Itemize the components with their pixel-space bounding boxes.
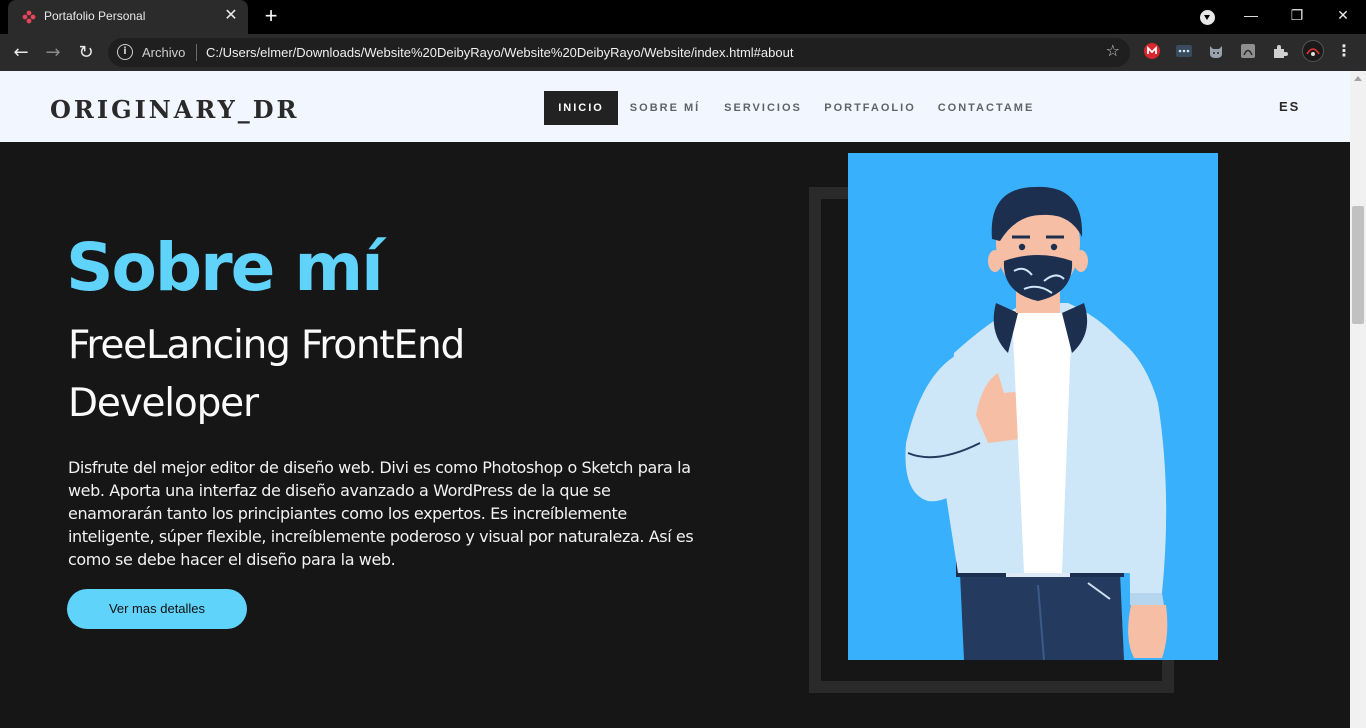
- back-icon[interactable]: ←: [8, 40, 34, 66]
- info-icon[interactable]: i: [117, 44, 133, 60]
- section-description: Disfrute del mejor editor de diseño web.…: [68, 458, 694, 569]
- nav-item-portfaolio[interactable]: PORTFAOLIO: [822, 91, 918, 125]
- address-url[interactable]: C:/Users/elmer/Downloads/Website%20Deiby…: [206, 45, 793, 60]
- more-details-button[interactable]: Ver mas detalles: [67, 589, 247, 629]
- extensions-puzzle-icon[interactable]: [1271, 42, 1289, 60]
- reload-icon[interactable]: ↻: [73, 40, 99, 66]
- tab-title: Portafolio Personal: [44, 9, 146, 23]
- address-separator: [196, 44, 197, 61]
- forward-icon[interactable]: →: [40, 40, 66, 66]
- address-bar[interactable]: i Archivo C:/Users/elmer/Downloads/Websi…: [108, 38, 1130, 67]
- scroll-up-arrow-icon[interactable]: [1354, 76, 1362, 81]
- nav-item-contactame[interactable]: CONTACTAME: [934, 91, 1038, 125]
- new-tab-button[interactable]: +: [259, 5, 283, 29]
- site-logo[interactable]: ORIGINARY_DR: [50, 95, 299, 124]
- section-title: Sobre mí: [66, 229, 384, 306]
- favicon-icon: [22, 10, 36, 24]
- page-viewport: ORIGINARY_DR INICIO SOBRE MÍ SERVICIOS P…: [0, 71, 1350, 728]
- section-subtitle: FreeLancing FrontEnd Developer: [68, 323, 465, 426]
- mega-extension-icon[interactable]: [1143, 42, 1161, 60]
- address-scheme: Archivo: [142, 45, 186, 60]
- profile-avatar-icon[interactable]: [1302, 40, 1324, 62]
- pdf-extension-icon[interactable]: [1239, 42, 1257, 60]
- browser-menu-icon[interactable]: ⋮: [1336, 40, 1352, 64]
- browser-tab[interactable]: Portafolio Personal ✕: [8, 0, 248, 34]
- bookmark-star-icon[interactable]: ☆: [1106, 41, 1120, 60]
- tab-search-icon[interactable]: [1200, 10, 1215, 25]
- cat-extension-icon[interactable]: [1207, 42, 1225, 60]
- dots-extension-icon[interactable]: [1175, 42, 1193, 60]
- restore-button[interactable]: ❐: [1274, 0, 1320, 32]
- close-tab-icon[interactable]: ✕: [222, 7, 240, 25]
- nav-item-servicios[interactable]: SERVICIOS: [720, 91, 806, 125]
- language-switch[interactable]: ES: [1279, 99, 1300, 114]
- page-scrollbar[interactable]: [1350, 71, 1366, 728]
- browser-tab-strip: Portafolio Personal ✕ + — ❐ ✕: [0, 0, 1366, 34]
- portrait-illustration: [848, 153, 1218, 660]
- scrollbar-thumb[interactable]: [1352, 206, 1364, 324]
- nav-item-inicio[interactable]: INICIO: [544, 91, 618, 125]
- site-header: ORIGINARY_DR INICIO SOBRE MÍ SERVICIOS P…: [0, 71, 1350, 142]
- minimize-button[interactable]: —: [1228, 0, 1274, 32]
- browser-toolbar: ← → ↻ i Archivo C:/Users/elmer/Downloads…: [0, 34, 1366, 71]
- masked-man-illustration: [905, 186, 1168, 660]
- window-close-button[interactable]: ✕: [1320, 0, 1366, 32]
- nav-item-sobre-mi[interactable]: SOBRE MÍ: [626, 91, 704, 125]
